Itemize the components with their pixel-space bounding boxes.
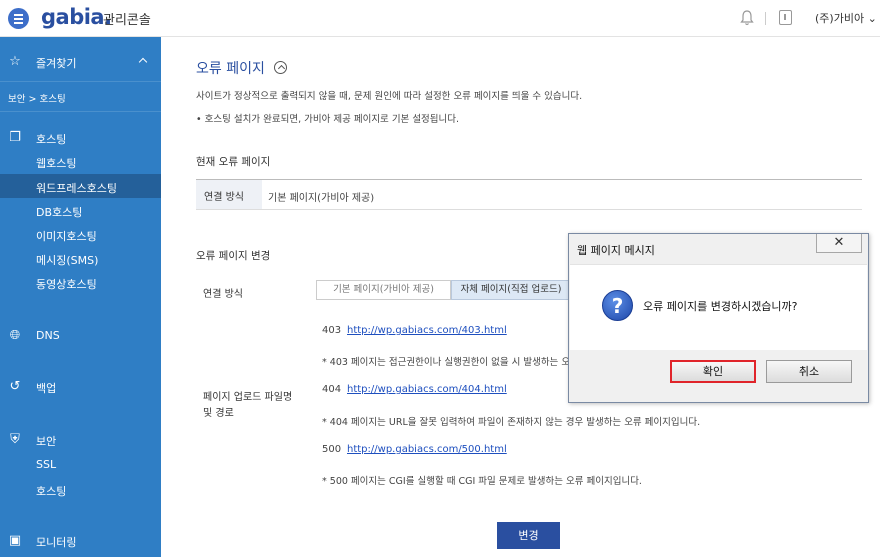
top-bar: gabia. 관리콘솔 (주)가비아 ⌄	[0, 0, 880, 37]
cancel-button[interactable]: 취소	[766, 360, 852, 383]
divider	[196, 209, 862, 210]
bell-icon[interactable]	[740, 10, 754, 26]
confirm-dialog: 웹 페이지 메시지 ✕ ? 오류 페이지를 변경하시겠습니까? 확인 취소	[568, 233, 869, 403]
hamburger-menu-icon[interactable]	[8, 8, 29, 29]
gabia-logo[interactable]: gabia.	[41, 5, 112, 29]
dialog-title: 웹 페이지 메시지	[577, 244, 655, 257]
console-title: 관리콘솔	[103, 13, 151, 28]
page-url-404[interactable]: http://wp.gabiacs.com/404.html	[347, 384, 507, 395]
notice-icon[interactable]	[779, 10, 792, 25]
ok-button[interactable]: 확인	[670, 360, 756, 383]
change-button[interactable]: 변경	[497, 522, 560, 549]
question-icon: ?	[602, 290, 633, 321]
breadcrumb: 보안 > 호스팅	[8, 94, 66, 105]
copy-icon: ❐	[9, 130, 21, 145]
star-icon: ☆	[9, 54, 21, 69]
divider	[0, 81, 161, 82]
divider	[196, 179, 862, 180]
close-icon[interactable]: ✕	[816, 234, 862, 253]
page-url-500[interactable]: http://wp.gabiacs.com/500.html	[347, 444, 507, 455]
chevron-up-icon[interactable]	[138, 57, 148, 67]
page-code-403: 403	[322, 325, 342, 336]
monitor-icon: ▣	[8, 533, 22, 548]
divider	[765, 12, 766, 25]
current-error-page-heading: 현재 오류 페이지	[196, 156, 271, 168]
shield-icon: ⛨	[10, 432, 20, 447]
option-default-page[interactable]: 기본 페이지(가비아 제공)	[316, 280, 451, 300]
current-connection-label: 연결 방식	[196, 180, 262, 209]
page-hint-404: * 404 페이지는 URL을 잘못 입력하여 파일이 존재하지 않는 경우 발…	[322, 417, 701, 428]
user-menu[interactable]: (주)가비아 ⌄	[815, 10, 877, 26]
option-custom-page[interactable]: 자체 페이지(직접 업로드)	[451, 280, 571, 300]
dialog-message: 오류 페이지를 변경하시겠습니까?	[643, 300, 798, 313]
sidebar: ☆ 즐겨찾기 보안 > 호스팅 ❐ 호스팅 웹호스팅 워드프레스호스팅 DB호스…	[0, 37, 161, 557]
page-description: 사이트가 정상적으로 출력되지 않을 때, 문제 원인에 따라 설정한 오류 페…	[196, 91, 583, 102]
change-error-page-heading: 오류 페이지 변경	[196, 250, 271, 262]
history-icon: ↺	[9, 379, 21, 394]
page-code-404: 404	[322, 384, 342, 395]
dialog-body: ? 오류 페이지를 변경하시겠습니까?	[570, 264, 867, 350]
chevron-down-icon: ⌄	[864, 12, 877, 25]
connection-method-label: 연결 방식	[203, 289, 243, 300]
divider	[0, 111, 161, 112]
page-title: 오류 페이지	[196, 61, 265, 77]
page-url-403[interactable]: http://wp.gabiacs.com/403.html	[347, 325, 507, 336]
page-code-500: 500	[322, 444, 342, 455]
globe-icon: 🌐︎	[9, 328, 21, 343]
page-note: • 호스팅 설치가 완료되면, 가비아 제공 페이지로 기본 설정됩니다.	[196, 114, 460, 125]
current-connection-value: 기본 페이지(가비아 제공)	[268, 193, 375, 204]
upload-path-label: 페이지 업로드 파일명 및 경로	[203, 392, 293, 419]
page-hint-500: * 500 페이지는 CGI를 실행할 때 CGI 파일 문제로 발생하는 오류…	[322, 476, 642, 487]
collapse-up-icon[interactable]	[274, 61, 287, 74]
